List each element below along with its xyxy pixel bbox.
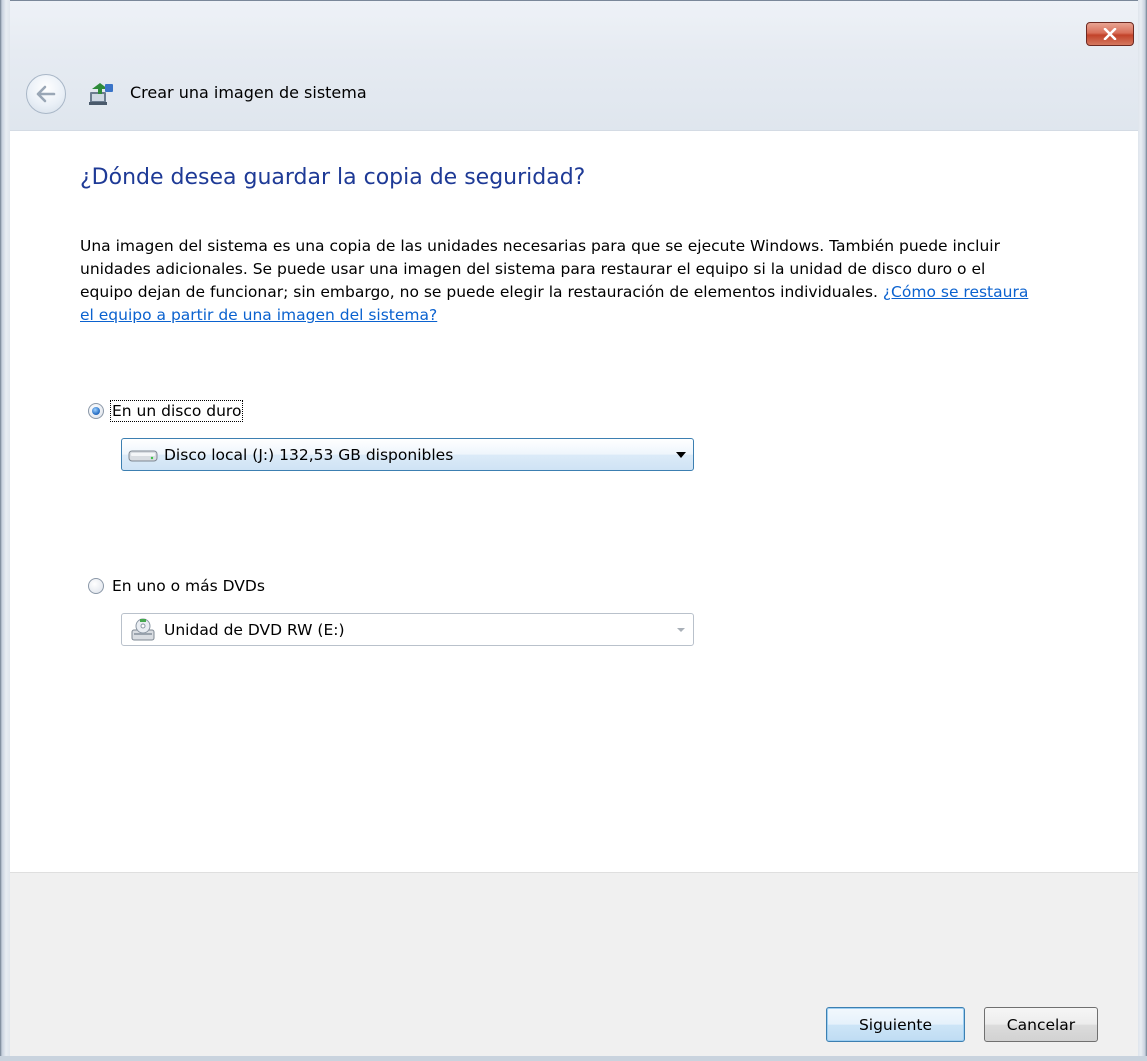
radio-dvd-label[interactable]: En uno o más DVDs [112, 577, 265, 595]
dvd-drive-icon [128, 618, 158, 641]
window-frame: Crear una imagen de sistema ¿Dónde desea… [0, 0, 1147, 1061]
window-border-left [0, 0, 10, 1061]
close-button[interactable] [1086, 22, 1134, 46]
radio-dvd[interactable] [88, 578, 104, 594]
window-title: Crear una imagen de sistema [130, 83, 367, 102]
back-button[interactable] [26, 74, 66, 114]
option-dvd[interactable]: En uno o más DVDs [88, 577, 265, 595]
close-icon [1103, 28, 1117, 40]
window-border-right [1138, 0, 1147, 1061]
radio-hard-disk[interactable] [88, 403, 104, 419]
button-bar [10, 872, 1138, 1056]
next-button[interactable]: Siguiente [826, 1007, 965, 1042]
dvd-dropdown-value: Unidad de DVD RW (E:) [164, 620, 345, 639]
option-hard-disk[interactable]: En un disco duro [88, 400, 244, 422]
hard-drive-icon [128, 444, 158, 466]
hard-disk-dropdown-value: Disco local (J:) 132,53 GB disponibles [164, 445, 454, 464]
description-text: Una imagen del sistema es una copia de l… [80, 237, 1000, 301]
chevron-down-icon[interactable] [669, 439, 693, 470]
description: Una imagen del sistema es una copia de l… [80, 235, 1040, 327]
backup-icon [89, 83, 113, 105]
hard-disk-dropdown[interactable]: Disco local (J:) 132,53 GB disponibles [121, 438, 694, 471]
title-bar[interactable] [0, 0, 1147, 130]
cancel-button[interactable]: Cancelar [984, 1007, 1098, 1042]
dvd-dropdown: Unidad de DVD RW (E:) [121, 613, 694, 646]
window-border-bottom [0, 1056, 1147, 1061]
page-heading: ¿Dónde desea guardar la copia de segurid… [80, 165, 586, 190]
back-arrow-icon [36, 85, 56, 103]
chevron-down-icon [669, 614, 693, 645]
radio-hard-disk-label[interactable]: En un disco duro [109, 400, 244, 422]
